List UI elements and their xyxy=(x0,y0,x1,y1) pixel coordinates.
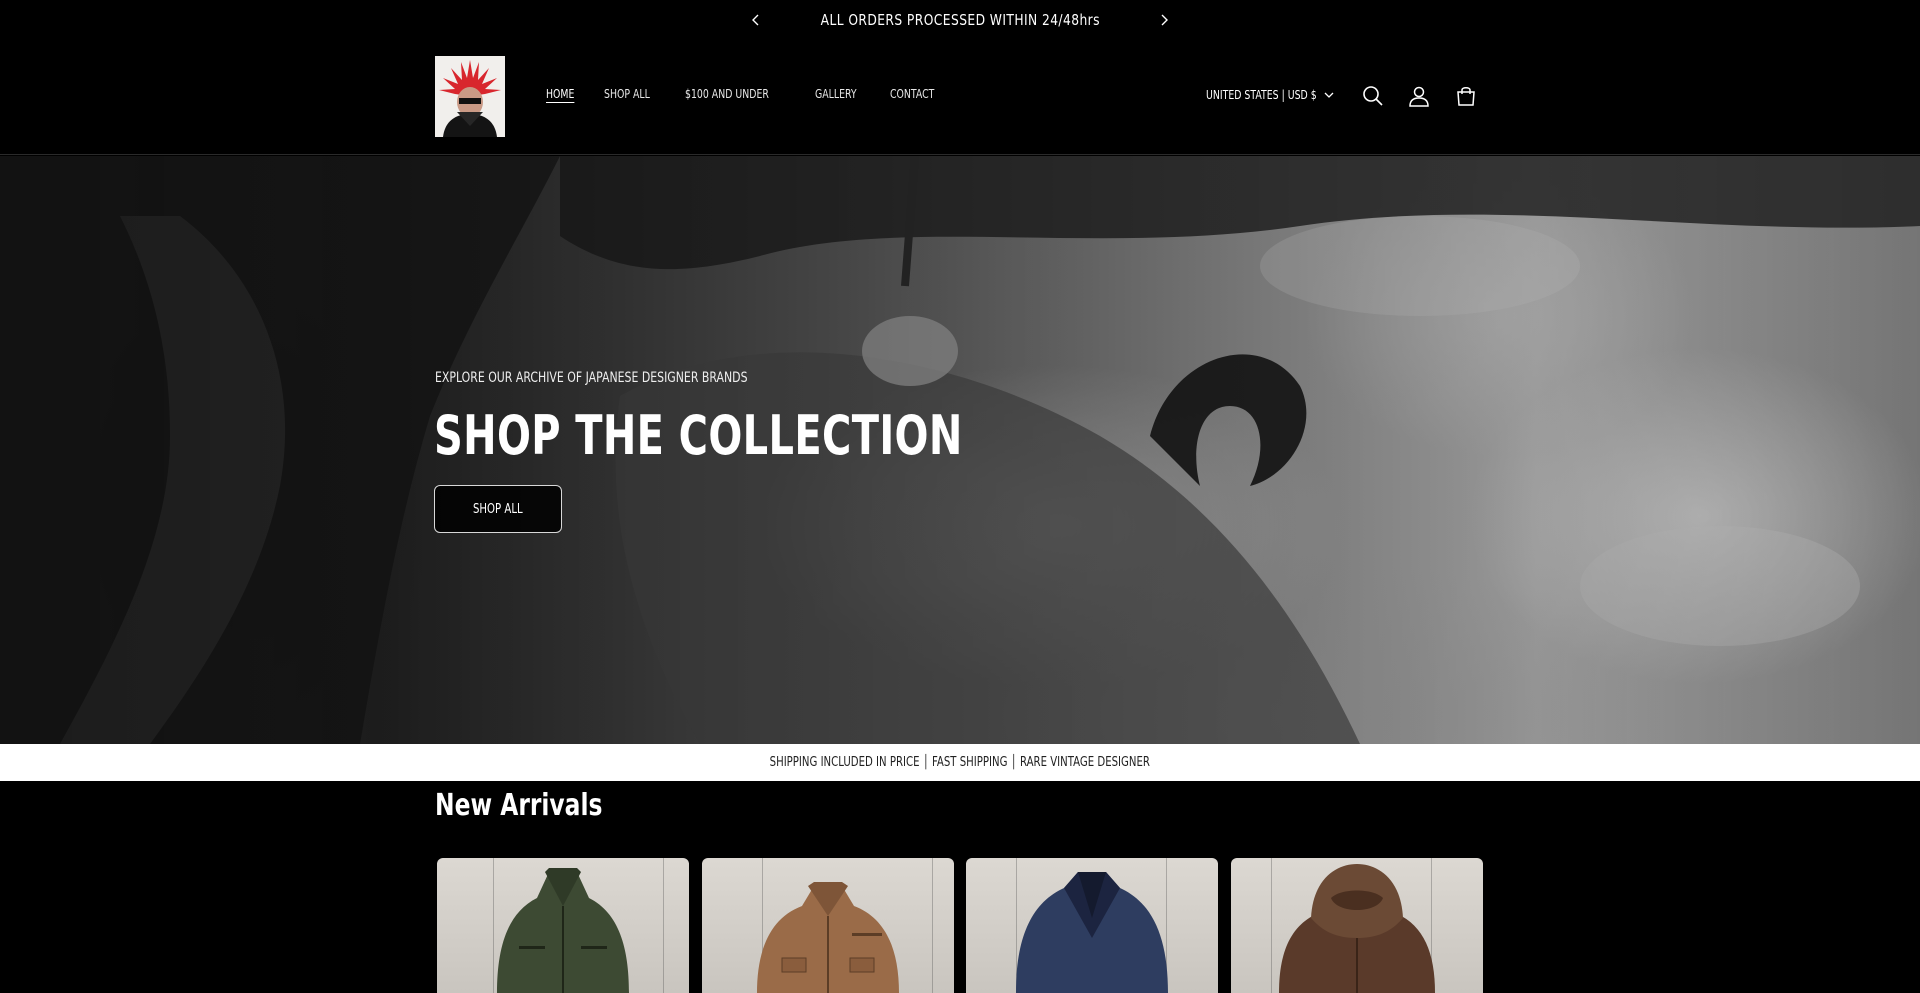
product-card[interactable] xyxy=(1231,858,1483,993)
hero-shop-all-button[interactable]: SHOP ALL xyxy=(434,485,562,533)
new-arrivals-heading: New Arrivals xyxy=(435,788,603,823)
shipping-info-text: SHIPPING INCLUDED IN PRICE │ FAST SHIPPI… xyxy=(769,755,1151,770)
announcement-text: ALL ORDERS PROCESSED WITHIN 24/48hrs xyxy=(820,11,1100,29)
cart-icon xyxy=(1457,87,1475,106)
announcement-bar: ALL ORDERS PROCESSED WITHIN 24/48hrs xyxy=(0,0,1920,40)
cart-button[interactable] xyxy=(1451,81,1481,111)
product-image xyxy=(1016,872,1168,993)
search-button[interactable] xyxy=(1358,81,1388,111)
main-nav: HOME SHOP ALL $100 AND UNDER GALLERY CON… xyxy=(546,87,969,101)
announcement-next-button[interactable] xyxy=(1154,10,1174,30)
shipping-info-strip: SHIPPING INCLUDED IN PRICE │ FAST SHIPPI… xyxy=(0,744,1920,781)
product-image xyxy=(497,868,629,993)
search-icon xyxy=(1363,86,1383,106)
country-currency-label: UNITED STATES | USD $ xyxy=(1206,88,1317,102)
hero-eyebrow: EXPLORE OUR ARCHIVE OF JAPANESE DESIGNER… xyxy=(435,370,748,386)
nav-home[interactable]: HOME xyxy=(546,87,574,101)
account-icon xyxy=(1409,86,1429,107)
product-card[interactable] xyxy=(966,858,1218,993)
announcement-prev-button[interactable] xyxy=(746,10,766,30)
product-card[interactable] xyxy=(702,858,954,993)
site-header: HOME SHOP ALL $100 AND UNDER GALLERY CON… xyxy=(0,40,1920,155)
hero-title: SHOP THE COLLECTION xyxy=(434,404,963,467)
nav-contact[interactable]: CONTACT xyxy=(890,87,934,101)
country-currency-selector[interactable]: UNITED STATES | USD $ xyxy=(1206,88,1334,102)
nav-gallery[interactable]: GALLERY xyxy=(815,87,857,101)
chevron-right-icon xyxy=(1161,14,1168,26)
chevron-down-icon xyxy=(1324,92,1334,98)
nav-shop-all[interactable]: SHOP ALL xyxy=(604,87,650,101)
product-image xyxy=(757,882,899,993)
product-card[interactable] xyxy=(437,858,689,993)
nav-100-and-under[interactable]: $100 AND UNDER xyxy=(685,87,769,101)
account-button[interactable] xyxy=(1404,81,1434,111)
product-image xyxy=(1279,864,1435,993)
hero-button-label: SHOP ALL xyxy=(473,501,523,517)
logo-image xyxy=(435,56,505,137)
hero-banner: EXPLORE OUR ARCHIVE OF JAPANESE DESIGNER… xyxy=(0,156,1920,744)
chevron-left-icon xyxy=(752,14,759,26)
store-logo[interactable] xyxy=(435,56,505,137)
